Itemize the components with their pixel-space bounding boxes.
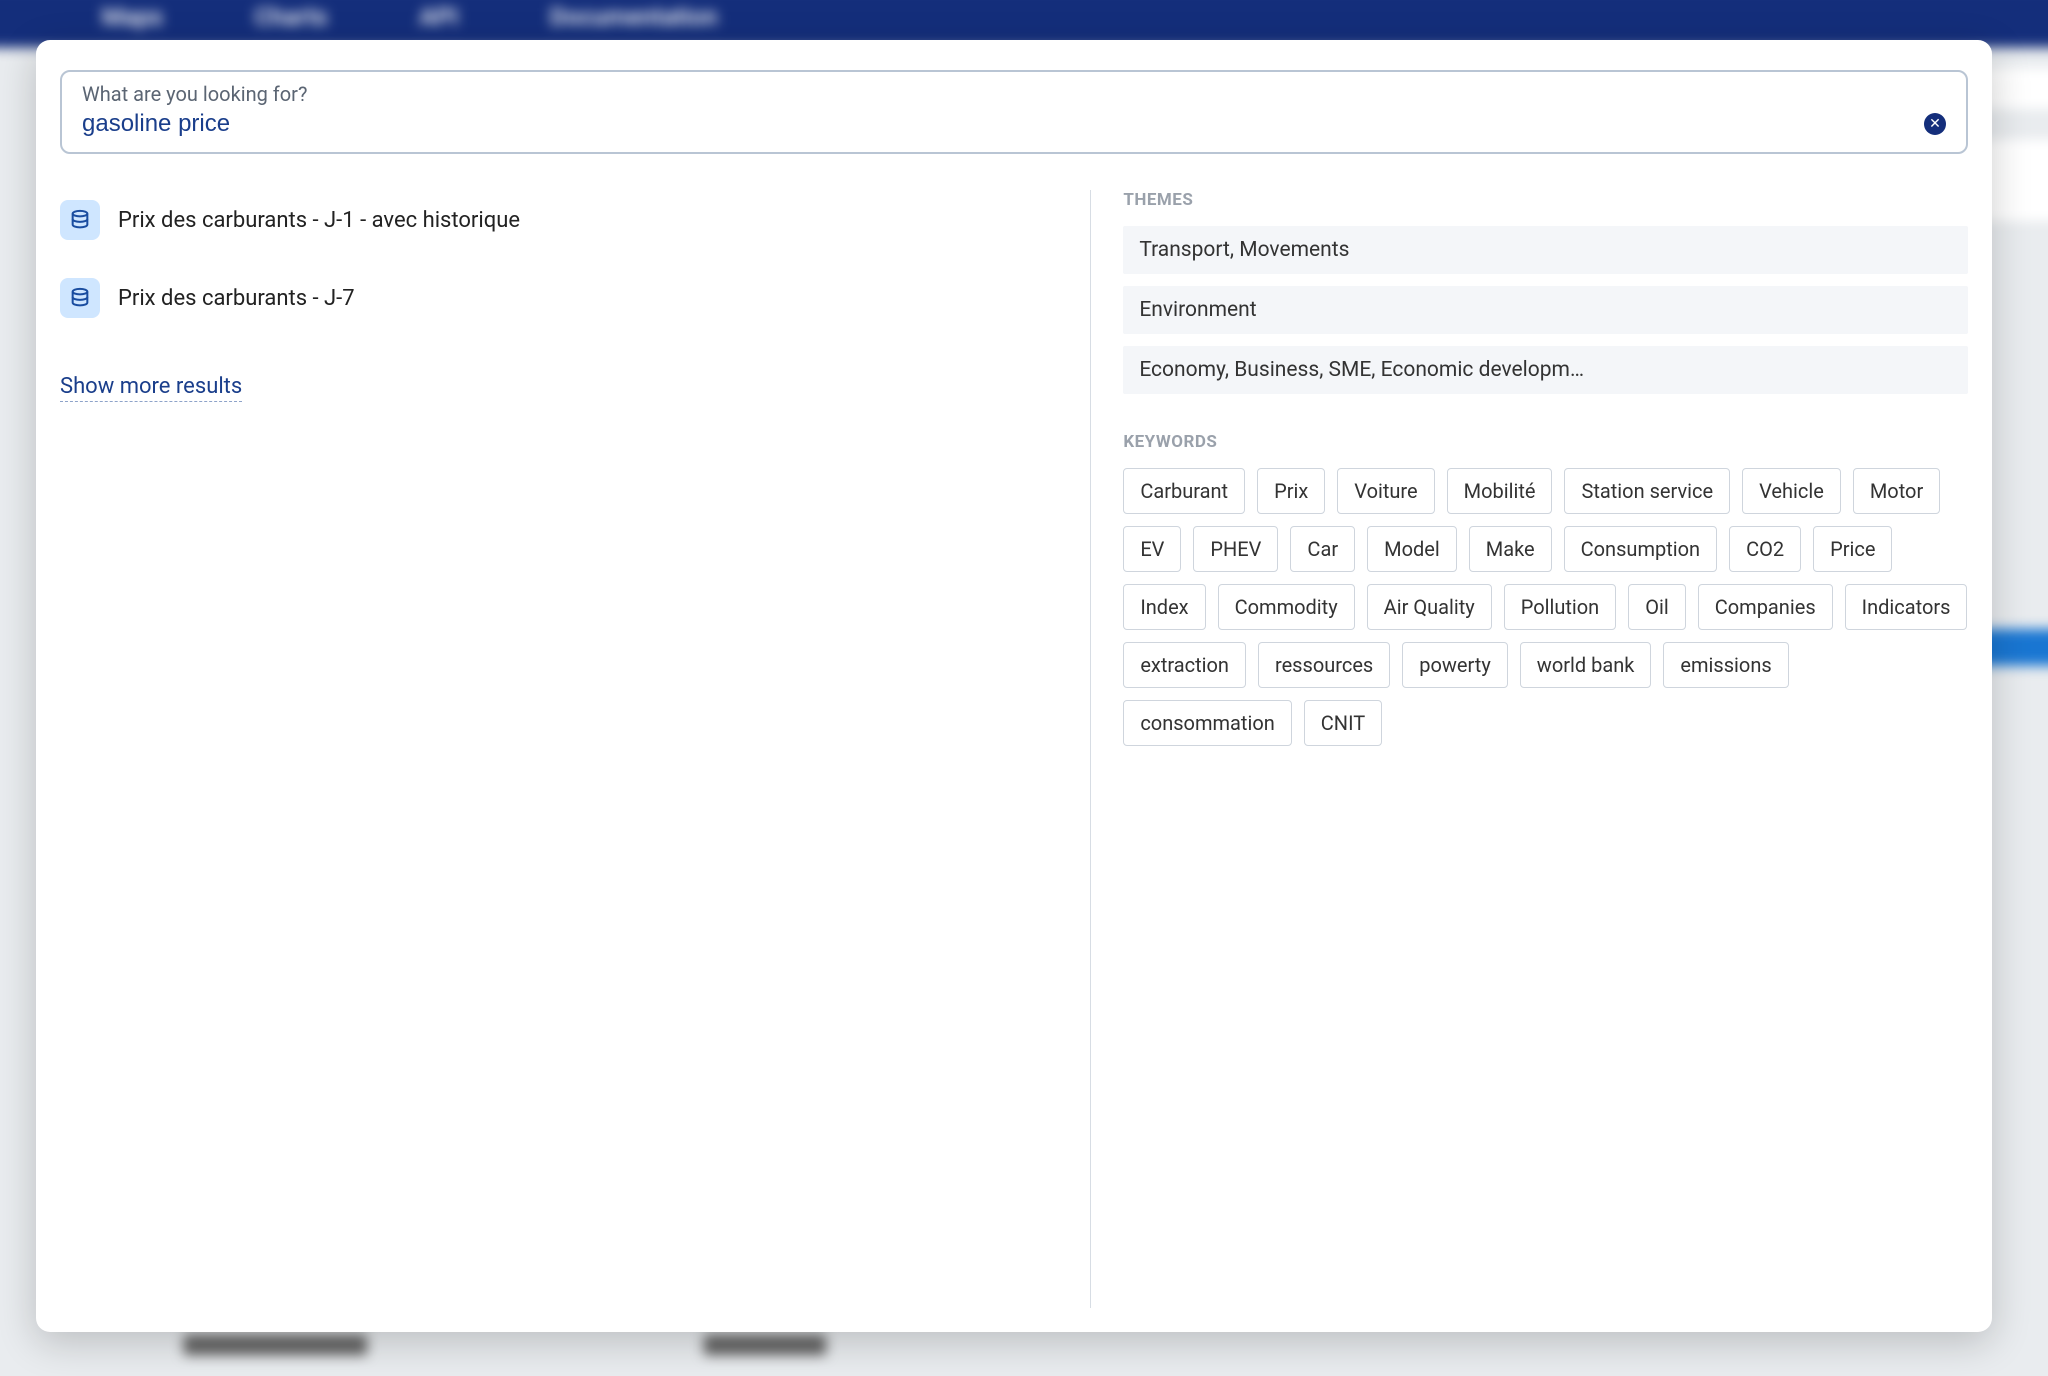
dataset-icon	[60, 200, 100, 240]
column-divider	[1090, 190, 1091, 1308]
keyword-chip[interactable]: Carburant	[1123, 468, 1245, 514]
theme-item[interactable]: Environment	[1123, 286, 1968, 334]
search-label: What are you looking for?	[82, 82, 1946, 106]
theme-item[interactable]: Economy, Business, SME, Economic develop…	[1123, 346, 1968, 394]
search-input[interactable]	[82, 110, 1924, 138]
show-more-results-link[interactable]: Show more results	[60, 374, 242, 402]
keyword-chip[interactable]: CO2	[1729, 526, 1801, 572]
keyword-chip[interactable]: Vehicle	[1742, 468, 1841, 514]
search-body: Prix des carburants - J-1 - avec histori…	[60, 190, 1968, 1308]
keyword-chip[interactable]: Voiture	[1337, 468, 1434, 514]
themes-list: Transport, Movements Environment Economy…	[1123, 226, 1968, 394]
keyword-chip[interactable]: emissions	[1663, 642, 1788, 688]
keyword-chip[interactable]: Pollution	[1504, 584, 1617, 630]
keyword-chip[interactable]: Mobilité	[1447, 468, 1553, 514]
close-icon: ✕	[1929, 116, 1941, 132]
keyword-chip[interactable]: extraction	[1123, 642, 1246, 688]
keyword-chip[interactable]: PHEV	[1193, 526, 1278, 572]
keyword-chip[interactable]: powerty	[1402, 642, 1508, 688]
keywords-list: Carburant Prix Voiture Mobilité Station …	[1123, 468, 1968, 746]
keyword-chip[interactable]: consommation	[1123, 700, 1291, 746]
search-input-row: ✕	[82, 110, 1946, 138]
result-title: Prix des carburants - J-7	[118, 286, 355, 311]
keyword-chip[interactable]: Oil	[1628, 584, 1686, 630]
keyword-chip[interactable]: Indicators	[1845, 584, 1968, 630]
keyword-chip[interactable]: Commodity	[1218, 584, 1355, 630]
keyword-chip[interactable]: Model	[1367, 526, 1457, 572]
results-column: Prix des carburants - J-1 - avec histori…	[60, 190, 1090, 1308]
facets-column: THEMES Transport, Movements Environment …	[1105, 190, 1968, 1308]
keyword-chip[interactable]: Prix	[1257, 468, 1325, 514]
search-modal: What are you looking for? ✕ Prix des car…	[36, 40, 1992, 1332]
keyword-chip[interactable]: Motor	[1853, 468, 1940, 514]
keywords-heading: KEYWORDS	[1123, 432, 1968, 452]
dataset-icon	[60, 278, 100, 318]
keyword-chip[interactable]: Companies	[1698, 584, 1833, 630]
keyword-chip[interactable]: CNIT	[1304, 700, 1382, 746]
keyword-chip[interactable]: world bank	[1520, 642, 1652, 688]
keyword-chip[interactable]: EV	[1123, 526, 1181, 572]
keyword-chip[interactable]: Station service	[1564, 468, 1730, 514]
keyword-chip[interactable]: Index	[1123, 584, 1205, 630]
search-box: What are you looking for? ✕	[60, 70, 1968, 154]
themes-heading: THEMES	[1123, 190, 1968, 210]
keyword-chip[interactable]: Consumption	[1564, 526, 1717, 572]
clear-search-button[interactable]: ✕	[1924, 113, 1946, 135]
result-item[interactable]: Prix des carburants - J-1 - avec histori…	[60, 190, 1070, 250]
keyword-chip[interactable]: Car	[1290, 526, 1355, 572]
result-item[interactable]: Prix des carburants - J-7	[60, 268, 1070, 328]
keyword-chip[interactable]: ressources	[1258, 642, 1390, 688]
keyword-chip[interactable]: Air Quality	[1367, 584, 1492, 630]
theme-item[interactable]: Transport, Movements	[1123, 226, 1968, 274]
keyword-chip[interactable]: Price	[1813, 526, 1892, 572]
result-title: Prix des carburants - J-1 - avec histori…	[118, 208, 520, 233]
keyword-chip[interactable]: Make	[1469, 526, 1552, 572]
